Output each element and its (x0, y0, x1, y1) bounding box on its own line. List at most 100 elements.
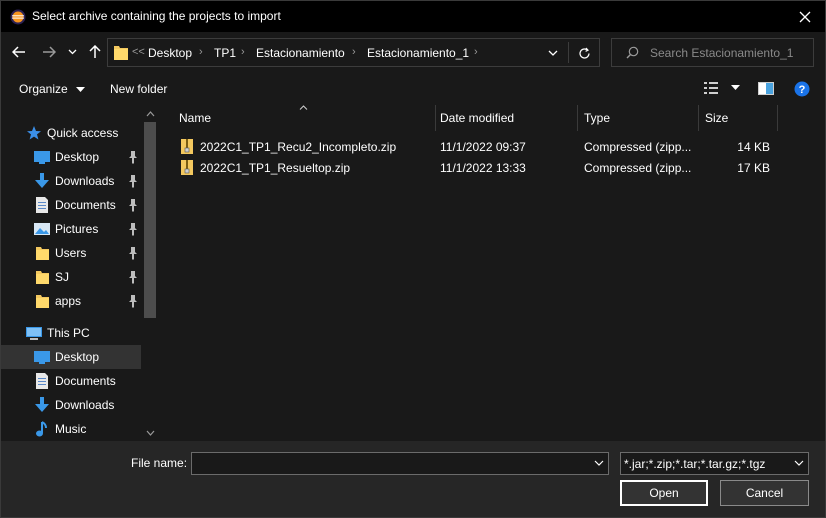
nav-item-quick-access[interactable]: Quick access (1, 121, 141, 145)
breadcrumb-estacionamiento[interactable]: Estacionamiento (256, 46, 345, 60)
breadcrumb-separator[interactable]: › (352, 46, 356, 58)
breadcrumb-estacionamiento-1[interactable]: Estacionamiento_1 (367, 46, 469, 60)
pin-icon (129, 247, 137, 260)
address-bar[interactable]: << Desktop › TP1 › Estacionamiento › Est… (107, 38, 600, 67)
nav-item-this-pc[interactable]: This PC (1, 321, 141, 345)
file-type-dropdown-button[interactable] (792, 456, 806, 470)
folder-icon (114, 46, 128, 60)
close-button[interactable] (785, 1, 825, 32)
nav-scrollbar[interactable] (142, 105, 159, 441)
refresh-icon (578, 47, 590, 59)
document-icon (36, 373, 48, 389)
pictures-icon (34, 223, 50, 235)
desktop-icon (34, 351, 50, 364)
pin-icon (129, 151, 137, 164)
scroll-thumb[interactable] (144, 122, 156, 318)
back-button[interactable] (9, 42, 29, 62)
column-header-date[interactable]: Date modified (434, 105, 577, 131)
back-arrow-icon (12, 46, 25, 58)
nav-item-label: Documents (55, 198, 116, 212)
search-box[interactable] (611, 38, 814, 67)
column-header-size[interactable]: Size (699, 105, 777, 131)
breadcrumb-separator[interactable]: › (199, 46, 203, 58)
nav-item-quick-sj[interactable]: SJ (1, 265, 141, 289)
column-header-type[interactable]: Type (578, 105, 698, 131)
preview-pane-button[interactable] (758, 82, 774, 98)
file-name-combo[interactable] (191, 452, 609, 475)
file-size: 17 KB (737, 161, 770, 175)
column-header-label: Date modified (440, 111, 515, 125)
scroll-up-button[interactable] (144, 108, 156, 120)
navigation-pane: Quick access Desktop Downloads Documents… (1, 105, 159, 441)
column-divider[interactable] (777, 105, 778, 131)
breadcrumb-overflow[interactable]: << (132, 46, 145, 58)
title-bar: Select archive containing the projects t… (1, 1, 825, 32)
file-row[interactable]: 2022C1_TP1_Resueltop.zip 11/1/2022 13:33… (176, 157, 816, 178)
column-header-label: Type (584, 111, 611, 125)
recent-locations-button[interactable] (65, 42, 79, 62)
breadcrumb-desktop[interactable]: Desktop (148, 46, 192, 60)
nav-item-label: Desktop (55, 350, 100, 364)
forward-button[interactable] (39, 42, 59, 62)
chevron-up-icon (146, 111, 154, 117)
breadcrumb-separator[interactable]: › (241, 46, 245, 58)
file-row[interactable]: 2022C1_TP1_Recu2_Incompleto.zip 11/1/202… (176, 136, 816, 157)
refresh-button[interactable] (575, 44, 593, 62)
file-type-filter-value: *.jar;*.zip;*.tar;*.tar.gz;*.tgz (624, 457, 766, 471)
address-history-dropdown[interactable] (545, 45, 561, 61)
nav-item-label: SJ (55, 270, 70, 284)
nav-item-pc-documents[interactable]: Documents (1, 369, 141, 393)
cancel-button[interactable]: Cancel (720, 480, 809, 506)
file-date: 11/1/2022 09:37 (440, 140, 526, 154)
folder-icon (36, 247, 49, 260)
dialog-footer: File name: *.jar;*.zip;*.tar;*.tar.gz;*.… (1, 441, 825, 517)
column-header-name[interactable]: Name (173, 105, 435, 131)
zip-folder-icon (181, 139, 193, 154)
nav-item-quick-pictures[interactable]: Pictures (1, 217, 141, 241)
file-type-filter[interactable]: *.jar;*.zip;*.tar;*.tar.gz;*.tgz (620, 452, 809, 475)
nav-item-quick-users[interactable]: Users (1, 241, 141, 265)
forward-arrow-icon (43, 46, 56, 58)
svg-text:?: ? (799, 84, 806, 96)
nav-item-label: Users (55, 246, 87, 260)
download-arrow-icon (35, 173, 49, 188)
open-button[interactable]: Open (620, 480, 708, 506)
nav-item-label: Downloads (55, 174, 115, 188)
window-title: Select archive containing the projects t… (32, 9, 281, 23)
nav-item-pc-downloads[interactable]: Downloads (1, 393, 141, 417)
folder-icon (36, 271, 49, 284)
file-name-input[interactable] (196, 456, 586, 471)
nav-item-quick-apps[interactable]: apps (1, 289, 141, 313)
chevron-down-icon (594, 460, 604, 466)
nav-item-pc-desktop[interactable]: Desktop (1, 345, 141, 369)
help-button[interactable]: ? (794, 81, 810, 100)
organize-button[interactable]: Organize (19, 82, 86, 96)
file-name-dropdown-button[interactable] (592, 456, 606, 470)
organize-label: Organize (19, 82, 68, 96)
nav-item-quick-documents[interactable]: Documents (1, 193, 141, 217)
pin-icon (129, 199, 137, 212)
up-button[interactable] (85, 42, 105, 62)
file-name-label: File name: (131, 456, 188, 470)
document-icon (36, 197, 48, 213)
pin-icon (129, 295, 137, 308)
computer-icon (26, 327, 42, 340)
breadcrumb-tp1[interactable]: TP1 (214, 46, 236, 60)
nav-item-pc-music[interactable]: Music (1, 417, 141, 441)
nav-item-quick-desktop[interactable]: Desktop (1, 145, 141, 169)
search-input[interactable] (650, 45, 810, 61)
new-folder-button[interactable]: New folder (110, 82, 167, 96)
file-date: 11/1/2022 13:33 (440, 161, 526, 175)
close-icon (799, 11, 811, 22)
column-header-label: Name (179, 111, 212, 125)
breadcrumb-separator[interactable]: › (474, 46, 478, 58)
view-options-button[interactable] (704, 82, 741, 97)
command-bar: Organize New folder ? (1, 72, 825, 105)
file-name: 2022C1_TP1_Resueltop.zip (200, 161, 351, 175)
nav-item-quick-downloads[interactable]: Downloads (1, 169, 141, 193)
chevron-down-icon (794, 460, 804, 466)
scroll-down-button[interactable] (144, 427, 156, 439)
nav-item-label: This PC (47, 326, 90, 340)
chevron-down-icon (548, 50, 558, 56)
file-size: 14 KB (737, 140, 770, 154)
